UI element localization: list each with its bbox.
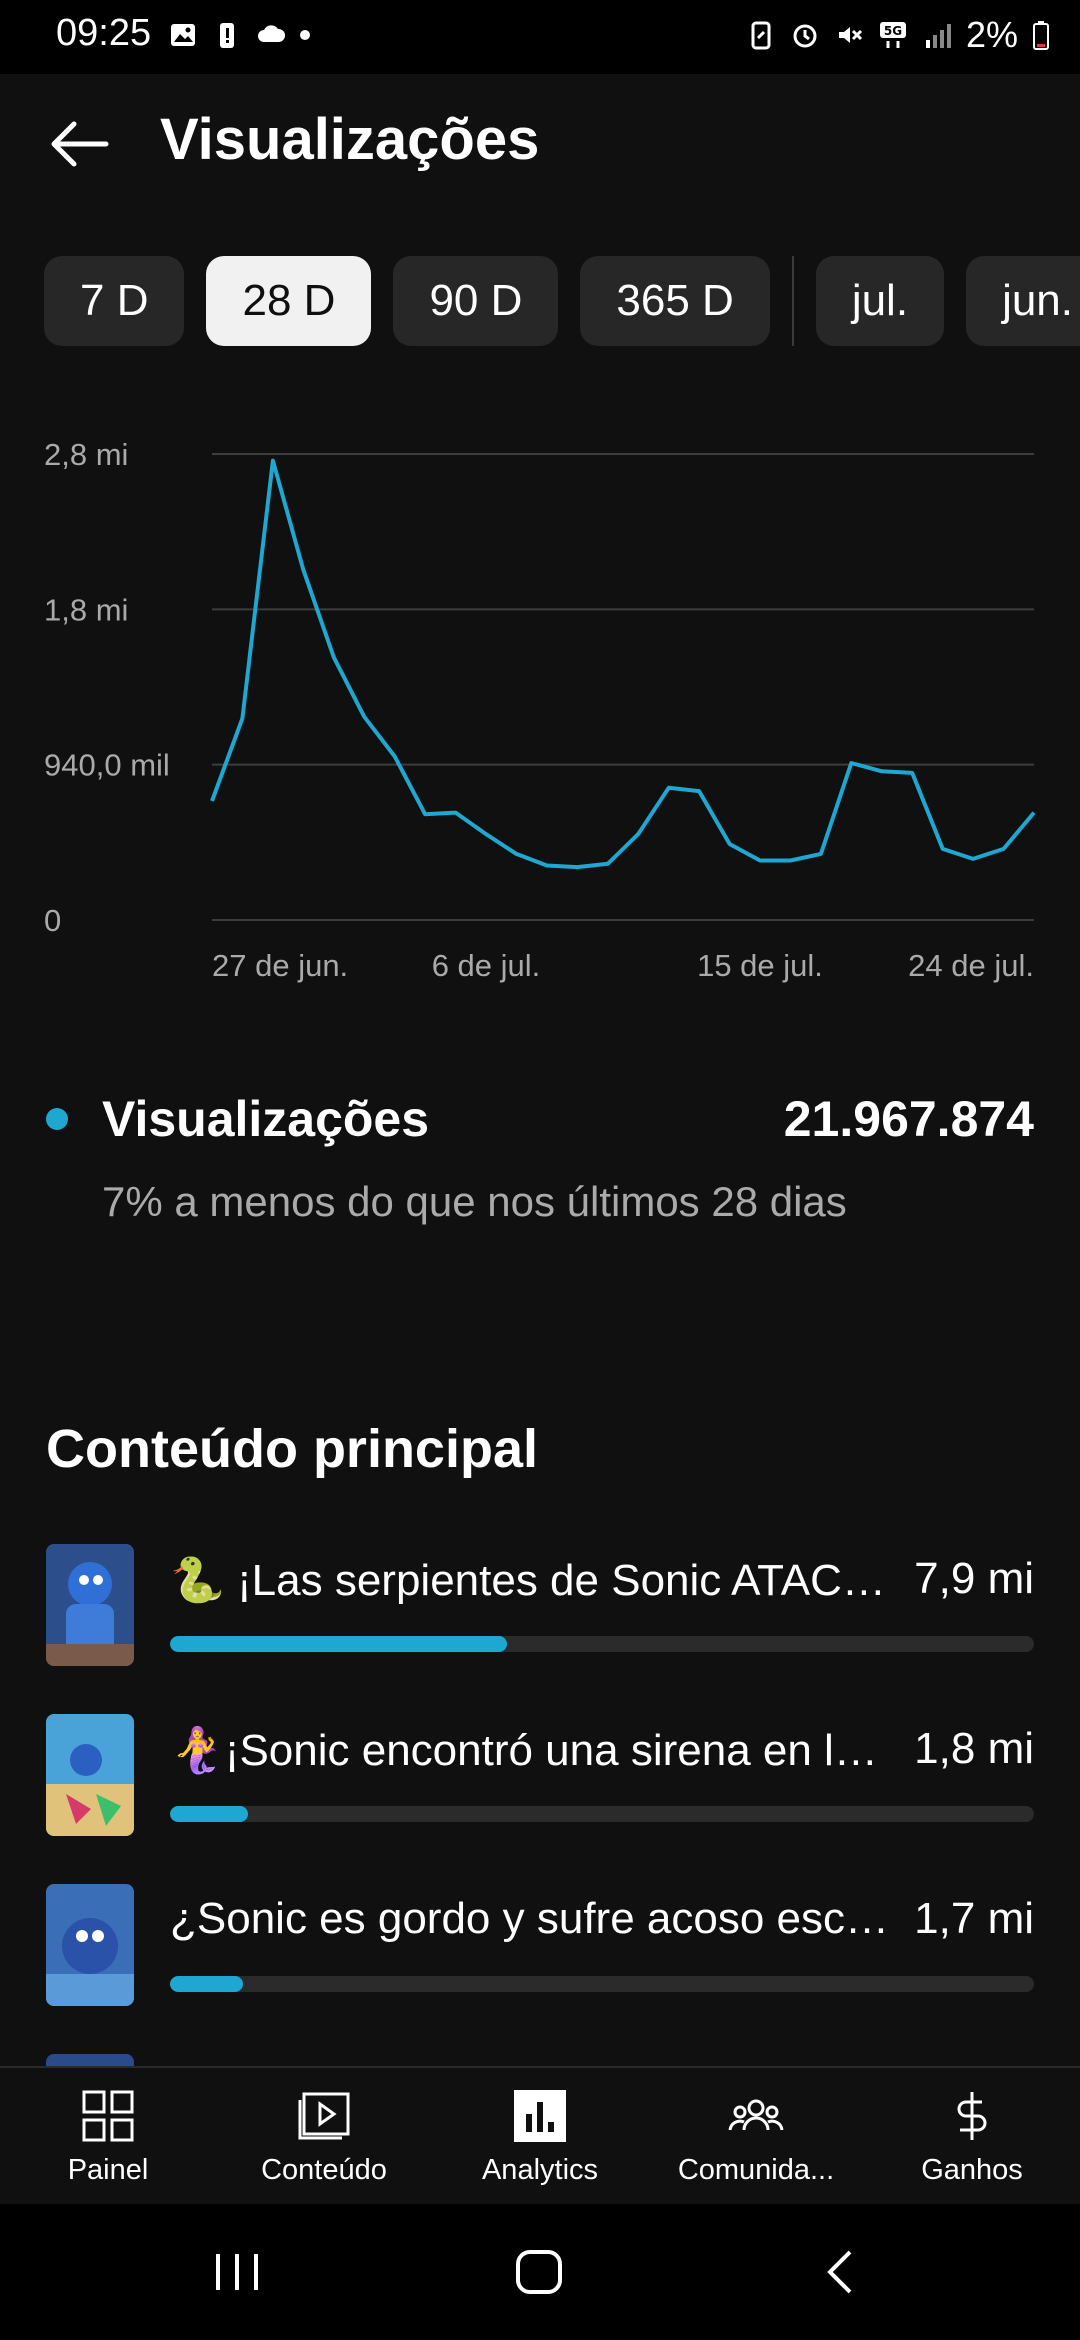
x-tick-label: 24 de jul. <box>908 948 1034 983</box>
content-list: 🐍 ¡Las serpientes de Sonic ATACAN! 7,9 m… <box>0 1540 1080 2090</box>
series-line-views <box>210 458 1036 870</box>
metric-comparison: 7% a menos do que nos últimos 28 dias <box>102 1178 847 1225</box>
views-bar-fill <box>170 1806 248 1822</box>
image-icon <box>171 24 195 46</box>
x-tick-label: 15 de jul. <box>697 948 823 983</box>
content-item[interactable]: 🧜‍♀️¡Sonic encontró una sirena en la pla… <box>0 1710 1080 1880</box>
system-nav-bar <box>0 2204 1080 2340</box>
video-thumbnail <box>46 1544 134 1666</box>
nav-conteudo[interactable]: Conteúdo <box>216 2068 432 2204</box>
page-title: Visualizações <box>160 107 540 172</box>
nav-label: Comunida... <box>677 2154 835 2186</box>
nav-painel[interactable]: Painel <box>0 2068 216 2204</box>
alarm-icon <box>793 24 817 48</box>
views-bar-track <box>170 1976 1034 1992</box>
cloud-icon <box>258 25 286 42</box>
nav-label: Analytics <box>481 2154 599 2186</box>
bottom-nav: Painel Conteúdo Analytics Comunida... Ga… <box>0 2066 1080 2204</box>
content-title: 🧜‍♀️¡Sonic encontró una sirena en la pla… <box>170 1726 890 1775</box>
section-title: Conteúdo principal <box>46 1419 538 1479</box>
dot-icon <box>300 30 310 40</box>
views-bar-fill <box>170 1636 507 1652</box>
chip-28d[interactable]: 28 D <box>206 256 372 346</box>
content-views: 1,8 mi <box>914 1724 1034 1773</box>
battery-percent: 2% <box>965 14 1018 55</box>
chip-7d[interactable]: 7 D <box>44 256 185 346</box>
chip-jun[interactable]: jun. <box>966 256 1080 346</box>
svg-text:5G: 5G <box>884 24 902 38</box>
content-item[interactable]: 🐍 ¡Las serpientes de Sonic ATACAN! 7,9 m… <box>0 1540 1080 1710</box>
line-chart-svg: 0 940,0 mil 1,8 mi 2,8 mi 27 de jun. 6 de jul… <box>44 437 1036 983</box>
y-tick-label: 2,8 mi <box>44 437 128 472</box>
signal-icon <box>925 24 951 48</box>
dashboard-icon <box>82 2090 134 2142</box>
metric-summary: Visualizações 21.967.874 7% a menos do q… <box>0 1080 1080 1240</box>
chip-divider <box>791 256 794 346</box>
community-icon <box>728 2099 784 2131</box>
nav-analytics[interactable]: Analytics <box>432 2068 648 2204</box>
dollar-icon <box>957 2092 987 2140</box>
metric-label: Visualizações <box>102 1091 430 1147</box>
nav-comunidade[interactable]: Comunida... <box>648 2068 864 2204</box>
home-icon[interactable] <box>504 2240 574 2304</box>
video-thumbnail <box>46 1884 134 2006</box>
chip-jul[interactable]: jul. <box>815 256 945 346</box>
5g-icon: 5G <box>879 22 906 48</box>
battery-saver-icon <box>751 21 771 50</box>
content-title: ¿Sonic es gordo y sufre acoso escolar? <box>170 1894 890 1943</box>
content-item[interactable]: ¿Sonic es gordo y sufre acoso escolar? 1… <box>0 1880 1080 2050</box>
y-tick-label: 1,8 mi <box>44 592 128 627</box>
views-chart: 0 940,0 mil 1,8 mi 2,8 mi 27 de jun. 6 de jul… <box>0 410 1080 1010</box>
period-selector: 7 D 28 D 90 D 365 D jul. jun. <box>44 256 1080 346</box>
mute-vibrate-icon <box>838 27 863 43</box>
nav-ganhos[interactable]: Ganhos <box>864 2068 1080 2204</box>
video-thumbnail <box>46 1714 134 1836</box>
analytics-icon <box>514 2090 566 2142</box>
chip-90d[interactable]: 90 D <box>393 256 559 346</box>
content-icon <box>298 2092 350 2140</box>
back-arrow-icon[interactable] <box>44 114 114 174</box>
recents-icon[interactable] <box>202 2240 272 2304</box>
x-tick-label: 6 de jul. <box>432 948 541 983</box>
battery-alert-icon <box>220 23 234 48</box>
status-time: 09:25 <box>56 12 152 54</box>
system-back-icon[interactable] <box>806 2240 876 2304</box>
chip-365d[interactable]: 365 D <box>580 256 770 346</box>
content-title: 🐍 ¡Las serpientes de Sonic ATACAN! <box>170 1556 890 1605</box>
legend-dot <box>46 1108 68 1130</box>
views-bar-track <box>170 1636 1034 1652</box>
content-views: 7,9 mi <box>914 1554 1034 1603</box>
app-header: Visualizações <box>0 74 1080 214</box>
content-views: 1,7 mi <box>914 1894 1034 1943</box>
metric-value: 21.967.874 <box>783 1091 1034 1147</box>
views-bar-track <box>170 1806 1034 1822</box>
y-tick-label: 0 <box>44 903 61 938</box>
views-bar-fill <box>170 1976 244 1992</box>
status-bar: 09:25 5G 2% <box>0 0 1080 74</box>
nav-label: Ganhos <box>921 2154 1023 2186</box>
y-tick-label: 940,0 mil <box>44 748 170 783</box>
nav-label: Painel <box>67 2154 149 2186</box>
x-tick-label: 27 de jun. <box>212 948 348 983</box>
status-right: 5G 2% <box>746 14 1050 56</box>
status-left-icons <box>168 20 310 50</box>
nav-label: Conteúdo <box>261 2154 387 2186</box>
battery-icon <box>1033 21 1049 50</box>
